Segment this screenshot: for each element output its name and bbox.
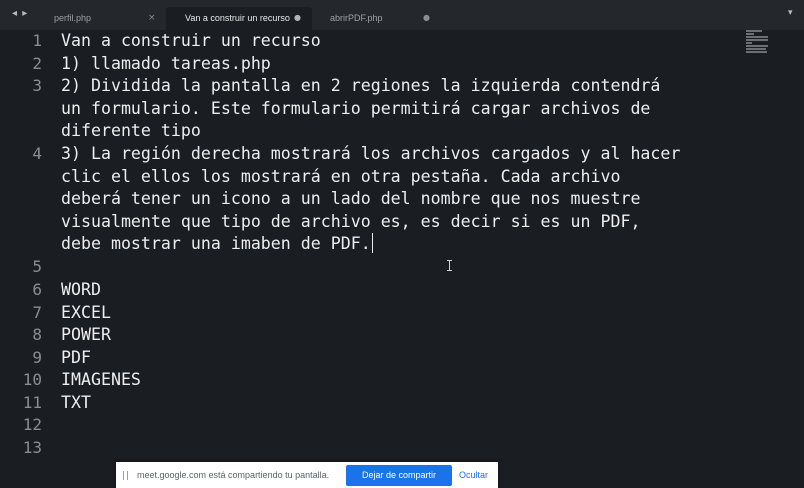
line-number: 9 [32,347,42,367]
code-line: EXCEL [61,302,111,322]
drag-handle-icon[interactable] [123,471,128,480]
text-caret [371,233,374,253]
code-line: clic el ellos los mostrará en otra pesta… [61,166,621,186]
tab-label: Van a construir un recurso [185,13,290,23]
code-line: POWER [61,325,111,344]
hide-button[interactable]: Ocultar [459,470,488,480]
line-number: 6 [32,280,42,299]
code-line-cursor: debe mostrar una imaben de PDF. [61,233,374,255]
tab-nav-arrows-icon[interactable]: ◂ ▸ [12,8,28,19]
line-number: 7 [32,302,42,322]
stop-sharing-button[interactable]: Dejar de compartir [346,465,452,486]
tab-label: perfil.php [54,13,92,23]
line-number: 8 [32,325,42,344]
line-number: 3 [32,76,42,95]
line-number: 4 [32,144,42,163]
code-line: visualmente que tipo de archivo es, es d… [61,211,641,231]
code-line: TXT [61,392,91,412]
line-number: 10 [22,370,42,389]
tab-list-dropdown-icon[interactable]: ▾ [788,8,793,18]
unsaved-dot-icon[interactable]: ● [294,7,301,29]
code-line: diferente tipo [61,121,201,140]
line-number: 2 [32,53,42,73]
code-line: 1) llamado tareas.php [61,53,271,73]
line-number: 12 [22,415,42,434]
code-line: 2) Dividida la pantalla en 2 regiones la… [61,76,661,95]
close-icon[interactable]: × [148,7,156,29]
code-line: un formulario. Este formulario permitirá… [61,98,651,118]
line-number: 11 [22,392,42,412]
tab-label: abrirPDF.php [330,13,383,23]
line-number: 5 [32,257,42,276]
code-line: WORD [61,280,101,299]
unsaved-dot-icon[interactable]: ● [423,7,430,29]
line-number: 13 [22,437,42,457]
code-line: PDF [61,347,91,367]
tab-abrirpdf[interactable]: abrirPDF.php ● [312,7,440,30]
line-number: 1 [32,31,42,50]
code-line: deberá tener un icono a un lado del nomb… [61,189,641,208]
minimap[interactable] [746,30,768,56]
share-message: meet.google.com está compartiendo tu pan… [137,470,330,480]
tab-bar: ◂ ▸ perfil.php × Van a construir un recu… [0,0,804,30]
code-line: Van a construir un recurso [61,31,321,50]
code-line-text: debe mostrar una imaben de PDF. [61,234,371,253]
mouse-ibeam-icon [447,260,456,271]
tab-perfil[interactable]: perfil.php × [32,7,166,30]
code-line: IMAGENES [61,370,141,389]
code-area[interactable]: Van a construir un recurso 1) llamado ta… [61,30,680,412]
screen-share-bar: meet.google.com está compartiendo tu pan… [116,462,498,488]
editor[interactable]: 1 2 3 4 5 6 7 8 9 10 11 12 13 Van a cons… [0,30,804,460]
code-line: 3) La región derecha mostrará los archiv… [61,144,681,163]
tab-active-document[interactable]: Van a construir un recurso ● [166,7,312,30]
